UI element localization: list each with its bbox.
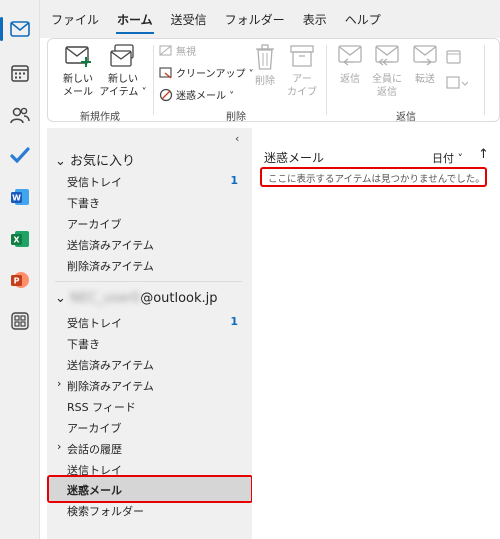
new-item-icon <box>110 44 134 67</box>
new-item-label-2: アイテム ˅ <box>99 87 147 98</box>
reply-button[interactable]: 返信 <box>332 43 368 86</box>
favorite-deleted[interactable]: 削除済みアイテム <box>67 258 154 274</box>
junk-label: 迷惑メール ˅ <box>176 91 235 102</box>
menu-folder[interactable]: フォルダー <box>224 7 286 32</box>
favorite-archive[interactable]: アーカイブ <box>67 216 121 232</box>
new-mail-button[interactable]: 新しい メール <box>56 43 100 99</box>
favorite-sent[interactable]: 送信済みアイテム <box>67 237 154 253</box>
cleanup-label: クリーンアップ ˅ <box>176 69 254 80</box>
archive-label-2: カイブ <box>287 87 317 98</box>
group-separator <box>484 45 485 115</box>
folder-inbox-count: 1 <box>230 315 238 328</box>
svg-text:X: X <box>13 236 20 245</box>
app-rail: W X P <box>0 0 40 539</box>
forward-label: 転送 <box>415 74 435 85</box>
group-separator <box>153 45 154 115</box>
delete-label: 削除 <box>255 76 275 87</box>
group-separator <box>326 45 327 115</box>
reply-label: 返信 <box>340 74 360 85</box>
chevron-down-icon: ⌄ <box>55 154 66 169</box>
archive-icon <box>290 45 314 67</box>
cleanup-button[interactable]: クリーンアップ ˅ <box>159 65 254 80</box>
new-item-label-1: 新しい <box>108 74 138 85</box>
excel-icon[interactable]: X <box>8 227 32 251</box>
group-respond-label: 返信 <box>396 112 416 123</box>
account-domain: @outlook.jp <box>140 291 218 306</box>
archive-label-1: アー <box>292 74 312 85</box>
reply-all-button[interactable]: 全員に 返信 <box>368 43 406 99</box>
ignore-icon <box>159 44 172 56</box>
folder-conversation-history[interactable]: 会話の履歴 <box>67 441 122 457</box>
reply-all-icon <box>375 45 399 66</box>
active-indicator <box>0 17 3 41</box>
chevron-right-icon[interactable]: › <box>57 377 61 390</box>
folder-search[interactable]: 検索フォルダー <box>67 503 144 519</box>
new-mail-icon <box>65 46 91 67</box>
favorites-label: お気に入り <box>70 154 136 169</box>
favorite-drafts[interactable]: 下書き <box>67 195 100 211</box>
favorite-inbox[interactable]: 受信トレイ <box>67 174 122 190</box>
more-apps-icon[interactable] <box>8 309 32 333</box>
junk-button[interactable]: 迷惑メール ˅ <box>159 87 234 102</box>
menu-file[interactable]: ファイル <box>50 7 100 32</box>
account-header[interactable]: ⌄ NEC_user0@outlook.jp <box>55 291 218 306</box>
menu-bar: ファイル ホーム 送受信 フォルダー 表示 ヘルプ <box>40 0 500 38</box>
todo-icon[interactable] <box>8 143 32 167</box>
new-mail-label-1: 新しい <box>63 74 93 85</box>
svg-text:W: W <box>12 194 21 203</box>
list-title: 迷惑メール <box>264 151 325 165</box>
collapse-pane-icon[interactable]: ‹ <box>235 132 239 145</box>
section-divider <box>55 281 242 282</box>
menu-home[interactable]: ホーム <box>116 7 154 34</box>
svg-text:P: P <box>14 277 20 286</box>
favorites-header[interactable]: ⌄ お気に入り <box>55 150 135 169</box>
folder-archive[interactable]: アーカイブ <box>67 420 121 436</box>
menu-view[interactable]: 表示 <box>302 7 328 32</box>
powerpoint-icon[interactable]: P <box>8 268 32 292</box>
ignore-button[interactable]: 無視 <box>159 43 196 58</box>
reply-all-label-1: 全員に <box>372 74 402 85</box>
sort-direction-icon[interactable]: ↑ <box>478 147 489 162</box>
sort-dropdown[interactable]: 日付 ˅ <box>432 150 463 166</box>
junk-folder-highlight-box <box>47 475 253 503</box>
menu-help[interactable]: ヘルプ <box>344 7 382 32</box>
forward-icon <box>413 45 437 66</box>
group-new-label: 新規作成 <box>80 112 120 123</box>
folder-rss[interactable]: RSS フィード <box>67 399 136 415</box>
ribbon: 新しい メール 新しい アイテム ˅ 新規作成 無視 クリーンアップ ˅ 迷惑メ… <box>47 38 500 123</box>
chevron-down-icon: ⌄ <box>55 291 66 306</box>
new-mail-label-2: メール <box>63 87 93 98</box>
calendar-icon[interactable] <box>8 61 32 85</box>
word-icon[interactable]: W <box>8 185 32 209</box>
archive-button[interactable]: アー カイブ <box>282 43 322 99</box>
message-list: 迷惑メール 日付 ˅ ↑ ここに表示するアイテムは見つかりませんでした。 <box>252 128 500 539</box>
cleanup-icon <box>159 66 172 79</box>
delete-button[interactable]: 削除 <box>248 43 282 88</box>
menu-send-receive[interactable]: 送受信 <box>170 7 208 32</box>
empty-list-message: ここに表示するアイテムは見つかりませんでした。 <box>268 174 485 185</box>
folder-drafts[interactable]: 下書き <box>67 336 100 352</box>
trash-icon <box>256 44 274 70</box>
new-item-button[interactable]: 新しい アイテム ˅ <box>98 43 148 99</box>
junk-icon <box>159 88 173 101</box>
folder-deleted[interactable]: 削除済みアイテム <box>67 378 154 394</box>
meeting-reply-button[interactable] <box>446 49 462 65</box>
more-respond-icon <box>446 76 468 89</box>
folder-sent[interactable]: 送信済みアイテム <box>67 357 154 373</box>
more-respond-button[interactable] <box>446 75 468 91</box>
account-name-blurred: NEC_user0 <box>70 291 141 306</box>
favorite-inbox-count: 1 <box>230 174 238 187</box>
reply-icon <box>338 45 362 66</box>
chevron-right-icon[interactable]: › <box>57 440 61 453</box>
calendar-reply-icon <box>446 50 461 64</box>
folder-pane: ‹ ⌄ お気に入り 受信トレイ 1 下書き アーカイブ 送信済みアイテム 削除済… <box>47 128 253 539</box>
reply-all-label-2: 返信 <box>377 87 397 98</box>
mail-icon[interactable] <box>8 17 32 41</box>
group-delete-label: 削除 <box>226 112 246 123</box>
people-icon[interactable] <box>8 103 32 127</box>
folder-inbox[interactable]: 受信トレイ <box>67 315 122 331</box>
ignore-label: 無視 <box>176 47 196 58</box>
forward-button[interactable]: 転送 <box>408 43 442 86</box>
